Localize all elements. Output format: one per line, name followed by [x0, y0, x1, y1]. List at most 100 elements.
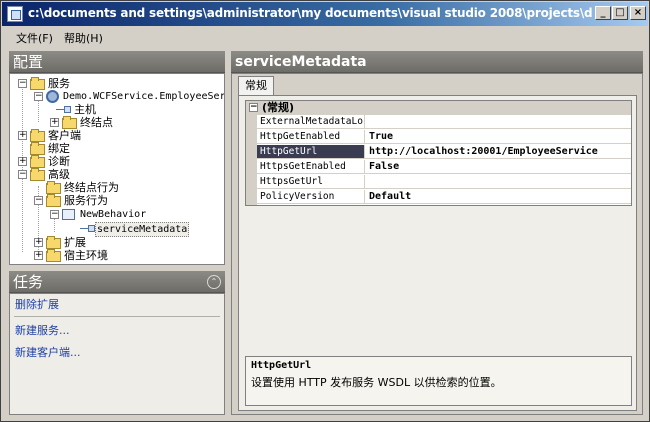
- app-window: c:\documents and settings\administrator\…: [0, 0, 650, 422]
- description-text: 设置使用 HTTP 发布服务 WSDL 以供检索的位置。: [251, 376, 502, 389]
- property-value[interactable]: [366, 175, 631, 188]
- tree-item-new-behavior[interactable]: − NewBehavior: [10, 208, 224, 221]
- new-client-link[interactable]: 新建客户端...: [15, 344, 81, 360]
- collapse-icon[interactable]: −: [50, 210, 59, 219]
- property-value[interactable]: [366, 115, 631, 128]
- tree-item-service[interactable]: − Demo.WCFService.EmployeeService: [10, 90, 224, 103]
- tree-label: 高级: [48, 168, 70, 181]
- collapse-icon[interactable]: −: [249, 103, 258, 112]
- property-value[interactable]: http://localhost:20001/EmployeeService: [366, 145, 631, 158]
- title-bar[interactable]: c:\documents and settings\administrator\…: [2, 2, 648, 26]
- tree-label: 终结点: [80, 116, 113, 129]
- tree-item-extensions[interactable]: + 扩展: [10, 236, 224, 249]
- tree-item-bindings[interactable]: 绑定: [10, 142, 224, 155]
- tree-item-endpoint-behaviors[interactable]: 终结点行为: [10, 181, 224, 194]
- folder-icon: [30, 142, 45, 155]
- property-name: HttpGetUrl: [257, 145, 365, 158]
- tree-label: 诊断: [48, 155, 70, 168]
- detail-panel: 常规 − (常规) ExternalMetadataLocation HttpG…: [231, 73, 643, 415]
- property-row[interactable]: PolicyVersion Default: [257, 190, 631, 204]
- behavior-icon: [62, 209, 75, 220]
- tree-label: 宿主环境: [64, 249, 108, 262]
- property-row[interactable]: HttpsGetUrl: [257, 175, 631, 189]
- expand-icon[interactable]: +: [50, 118, 59, 127]
- property-grid[interactable]: − (常规) ExternalMetadataLocation HttpGetE…: [245, 100, 632, 206]
- tree-item-clients[interactable]: + 客户端: [10, 129, 224, 142]
- tree-item-service-metadata[interactable]: serviceMetadata: [10, 222, 224, 237]
- description-title: HttpGetUrl: [251, 360, 312, 371]
- expand-icon[interactable]: +: [34, 238, 43, 247]
- tree-item-service-behaviors[interactable]: − 服务行为: [10, 194, 224, 207]
- property-row[interactable]: HttpGetEnabled True: [257, 130, 631, 144]
- arrow-icon: [56, 105, 71, 114]
- property-name: HttpGetEnabled: [257, 130, 365, 143]
- minimize-button[interactable]: _: [595, 6, 611, 20]
- collapse-icon[interactable]: −: [34, 196, 43, 205]
- tree-item-host[interactable]: 主机: [10, 103, 224, 116]
- config-tree[interactable]: − 服务 − Demo.WCFService.EmployeeService 主…: [9, 73, 225, 265]
- collapse-icon[interactable]: −: [18, 170, 27, 179]
- tree-label: serviceMetadata: [95, 222, 190, 237]
- property-name: HttpsGetUrl: [257, 175, 365, 188]
- app-icon: [7, 6, 23, 22]
- tab-body: − (常规) ExternalMetadataLocation HttpGetE…: [238, 95, 637, 411]
- folder-icon: [46, 181, 61, 194]
- delete-extension-link[interactable]: 删除扩展: [15, 296, 59, 312]
- folder-icon: [30, 77, 45, 90]
- property-name: ExternalMetadataLocation: [257, 115, 365, 128]
- config-panel-title: 配置: [9, 51, 225, 73]
- tree-item-diagnostics[interactable]: + 诊断: [10, 155, 224, 168]
- property-value[interactable]: True: [366, 130, 631, 143]
- maximize-button[interactable]: □: [612, 6, 628, 20]
- property-row-selected[interactable]: HttpGetUrl http://localhost:20001/Employ…: [257, 145, 631, 159]
- tree-label: NewBehavior: [80, 209, 147, 220]
- folder-icon: [46, 249, 61, 262]
- close-button[interactable]: ×: [630, 6, 646, 20]
- collapse-icon[interactable]: −: [34, 92, 43, 101]
- property-name: PolicyVersion: [257, 190, 365, 203]
- tree-label: 服务: [48, 77, 70, 90]
- expand-icon[interactable]: +: [34, 251, 43, 260]
- property-name: HttpsGetEnabled: [257, 160, 365, 173]
- tree-label: 主机: [74, 103, 96, 116]
- expand-icon[interactable]: +: [18, 157, 27, 166]
- tree-label: 终结点行为: [64, 181, 119, 194]
- grid-gutter: [246, 115, 257, 205]
- tree-label: 绑定: [48, 142, 70, 155]
- menu-file[interactable]: 文件(F): [16, 30, 53, 46]
- folder-icon: [30, 129, 45, 142]
- expand-icon[interactable]: +: [18, 131, 27, 140]
- folder-icon: [46, 194, 61, 207]
- category-label: (常规): [262, 101, 295, 114]
- tab-general[interactable]: 常规: [238, 76, 274, 95]
- tree-label: 服务行为: [64, 194, 108, 207]
- tasks-panel-title: 任务 ⌃: [9, 271, 225, 293]
- tree-label: Demo.WCFService.EmployeeService: [63, 91, 225, 102]
- property-value[interactable]: False: [366, 160, 631, 173]
- new-service-link[interactable]: 新建服务...: [15, 322, 70, 338]
- property-row[interactable]: ExternalMetadataLocation: [257, 115, 631, 129]
- tree-item-advanced[interactable]: − 高级: [10, 168, 224, 181]
- tree-label: 扩展: [64, 236, 86, 249]
- tree-item-hosting-env[interactable]: + 宿主环境: [10, 249, 224, 262]
- folder-icon: [30, 168, 45, 181]
- arrow-icon: [80, 224, 95, 233]
- collapse-icon[interactable]: −: [18, 79, 27, 88]
- property-value[interactable]: Default: [366, 190, 631, 203]
- property-row[interactable]: HttpsGetEnabled False: [257, 160, 631, 174]
- tasks-title-text: 任务: [13, 273, 44, 291]
- tree-item-endpoints[interactable]: + 终结点: [10, 116, 224, 129]
- chevron-up-icon[interactable]: ⌃: [207, 275, 221, 289]
- folder-icon: [30, 155, 45, 168]
- menu-help[interactable]: 帮助(H): [64, 30, 103, 46]
- divider: [14, 316, 220, 317]
- tree-label: 客户端: [48, 129, 81, 142]
- tree-item-services[interactable]: − 服务: [10, 77, 224, 90]
- property-category[interactable]: − (常规): [246, 101, 631, 115]
- folder-icon: [62, 116, 77, 129]
- menu-bar: 文件(F) 帮助(H): [2, 26, 648, 46]
- service-icon: [46, 90, 59, 103]
- folder-icon: [46, 236, 61, 249]
- property-description: HttpGetUrl 设置使用 HTTP 发布服务 WSDL 以供检索的位置。: [245, 356, 632, 406]
- tasks-panel: 删除扩展 新建服务... 新建客户端...: [9, 293, 225, 415]
